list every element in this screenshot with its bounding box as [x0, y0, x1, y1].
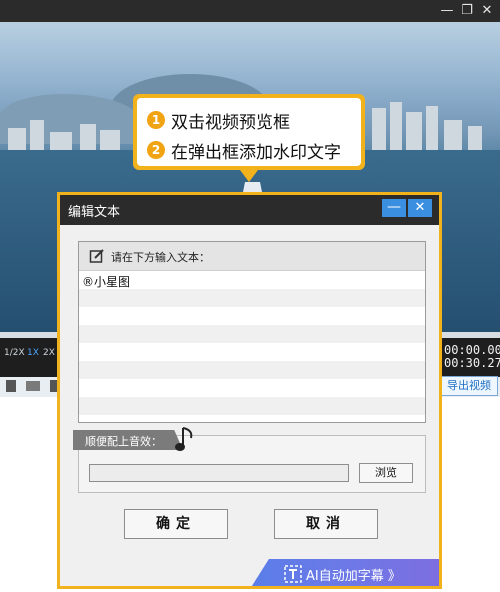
- total-time: 00:30.278: [444, 356, 500, 370]
- film-icon[interactable]: [6, 380, 16, 392]
- minimize-icon[interactable]: —: [438, 2, 456, 20]
- step-1: 1 双击视频预览框: [147, 108, 290, 133]
- speed-1x[interactable]: 1X: [27, 348, 39, 358]
- callout-pointer: [240, 170, 258, 182]
- ok-button[interactable]: 确定: [124, 509, 228, 539]
- close-icon[interactable]: ✕: [478, 2, 496, 20]
- callout-body: 1 双击视频预览框 2 在弹出框添加水印文字: [137, 98, 361, 166]
- text-value[interactable]: ®小星图: [82, 273, 130, 290]
- speed-2x[interactable]: 2X: [43, 348, 55, 358]
- sound-effect-label: 顺便配上音效：: [85, 435, 162, 448]
- current-time: 00:00.000: [444, 343, 500, 357]
- step-text: 双击视频预览框: [171, 112, 290, 133]
- step-number: 1: [147, 111, 165, 129]
- edit-icon: [89, 249, 104, 263]
- text-input-panel[interactable]: 请在下方输入文本： ®小星图: [78, 241, 426, 423]
- text-line[interactable]: [79, 325, 425, 343]
- cancel-button[interactable]: 取消: [274, 509, 378, 539]
- text-line[interactable]: [79, 307, 425, 325]
- ai-text-icon: [284, 565, 302, 583]
- music-note-icon: [175, 427, 193, 451]
- edit-text-dialog: 编辑文本 — ✕ 请在下方输入文本： ®小星图 顺便配上音效： 浏览 确定 取消…: [57, 192, 442, 589]
- export-video-button[interactable]: 导出视频: [440, 376, 498, 396]
- close-icon[interactable]: ✕: [408, 199, 432, 217]
- minimize-icon[interactable]: —: [382, 199, 406, 217]
- text-prompt: 请在下方输入文本：: [111, 251, 210, 264]
- sound-effect-tab: 顺便配上音效：: [73, 430, 183, 450]
- app-titlebar: — ❐ ✕: [0, 0, 500, 22]
- restore-icon[interactable]: ❐: [458, 2, 476, 20]
- text-line[interactable]: [79, 361, 425, 379]
- folder-icon[interactable]: [26, 381, 40, 391]
- browse-button[interactable]: 浏览: [359, 463, 413, 483]
- step-2: 2 在弹出框添加水印文字: [147, 138, 341, 163]
- dialog-titlebar[interactable]: 编辑文本 — ✕: [60, 195, 439, 225]
- text-line[interactable]: [79, 379, 425, 397]
- instruction-callout: 1 双击视频预览框 2 在弹出框添加水印文字: [133, 94, 365, 170]
- step-text: 在弹出框添加水印文字: [171, 142, 341, 163]
- ai-subtitle-button[interactable]: AI自动加字幕 》: [250, 559, 439, 586]
- text-line[interactable]: [79, 289, 425, 307]
- text-line[interactable]: [79, 397, 425, 415]
- ai-subtitle-label: AI自动加字幕 》: [306, 569, 401, 584]
- step-number: 2: [147, 141, 165, 159]
- text-line[interactable]: [79, 343, 425, 361]
- speed-half[interactable]: 1/2X: [4, 348, 25, 358]
- dialog-title: 编辑文本: [68, 205, 121, 220]
- sound-effect-panel: 顺便配上音效： 浏览: [73, 427, 426, 493]
- text-line[interactable]: [79, 271, 425, 289]
- text-panel-header: 请在下方输入文本：: [79, 242, 425, 271]
- sound-file-path-input[interactable]: [89, 464, 349, 482]
